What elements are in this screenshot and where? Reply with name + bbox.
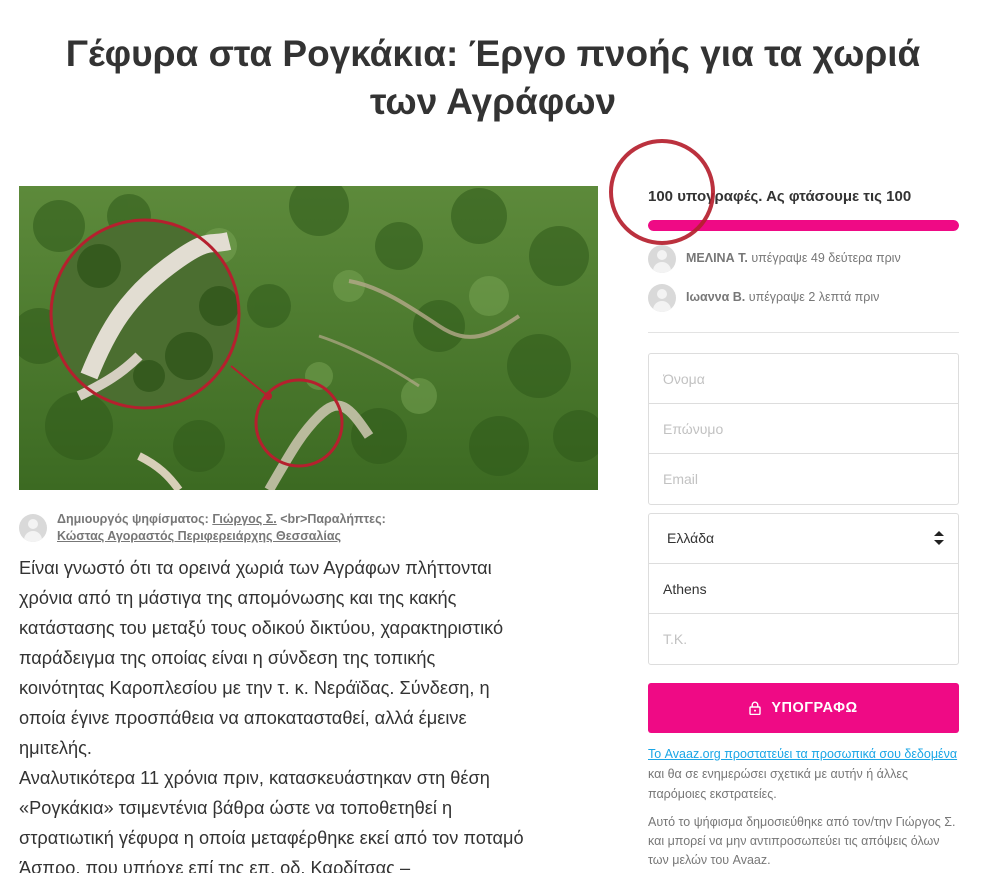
creator-prefix: Δημιουργός ψηφίσματος: — [57, 512, 209, 526]
first-name-field[interactable] — [649, 354, 958, 404]
privacy-note-text: και θα σε ενημερώσει σχετικά με αυτήν ή … — [648, 767, 908, 801]
signer-text: Ιωαννα Β. υπέγραψε 2 λεπτά πριν — [686, 290, 879, 304]
divider — [648, 332, 959, 333]
recent-signer: ΜΕΛΙΝΑ Τ. υπέγραψε 49 δεύτερα πριν — [648, 245, 959, 273]
postcode-field[interactable] — [649, 614, 958, 664]
signer-name: ΜΕΛΙΝΑ Τ. — [686, 251, 748, 265]
creator-middle: <br>Παραλήπτες: — [280, 512, 386, 526]
page-title-line-2: των Αγράφων — [369, 81, 617, 122]
country-select[interactable]: Ελλάδα — [649, 514, 958, 564]
petition-photo-graphic — [19, 186, 598, 490]
privacy-note: Το Avaaz.org προστατεύει τα προσωπικά σο… — [648, 744, 959, 804]
signer-avatar — [648, 245, 676, 273]
sign-button-label: ΥΠΟΓΡΑΦΩ — [771, 700, 858, 716]
lock-icon — [749, 701, 762, 715]
signer-action: υπέγραψε 2 λεπτά πριν — [748, 290, 880, 304]
city-field[interactable] — [649, 564, 958, 614]
creator-avatar — [19, 514, 47, 542]
personal-info-fields — [648, 353, 959, 505]
recent-signer: Ιωαννα Β. υπέγραψε 2 λεπτά πριν — [648, 284, 959, 312]
disclaimer-text: Αυτό το ψήφισμα δημοσιεύθηκε από τον/την… — [648, 815, 956, 867]
petition-photo — [19, 186, 598, 490]
recipients-link[interactable]: Κώστας Αγοραστός Περιφερειάρχης Θεσσαλία… — [57, 529, 341, 543]
signer-avatar — [648, 284, 676, 312]
annotation-circle — [609, 139, 715, 245]
country-select-value: Ελλάδα — [667, 530, 715, 546]
select-arrows-icon — [934, 531, 944, 545]
email-field[interactable] — [649, 454, 958, 504]
page-title-line-1: Γέφυρα στα Ρογκάκια: Έργο πνοής για τα χ… — [65, 33, 921, 74]
petition-body-text: Είναι γνωστό ότι τα ορεινά χωριά των Αγρ… — [19, 558, 524, 873]
signer-action: υπέγραψε 49 δεύτερα πριν — [751, 251, 901, 265]
signer-name: Ιωαννα Β. — [686, 290, 746, 304]
location-fields: Ελλάδα — [648, 513, 959, 665]
page-title: Γέφυρα στα Ρογκάκια: Έργο πνοής για τα χ… — [0, 30, 986, 126]
privacy-link[interactable]: Το Avaaz.org προστατεύει τα προσωπικά σο… — [648, 747, 957, 761]
creator-name-link[interactable]: Γιώργος Σ. — [212, 512, 276, 526]
sign-button[interactable]: ΥΠΟΓΡΑΦΩ — [648, 683, 959, 733]
signer-text: ΜΕΛΙΝΑ Τ. υπέγραψε 49 δεύτερα πριν — [686, 251, 901, 265]
creator-text: Δημιουργός ψηφίσματος: Γιώργος Σ. <br>Πα… — [57, 511, 577, 545]
last-name-field[interactable] — [649, 404, 958, 454]
